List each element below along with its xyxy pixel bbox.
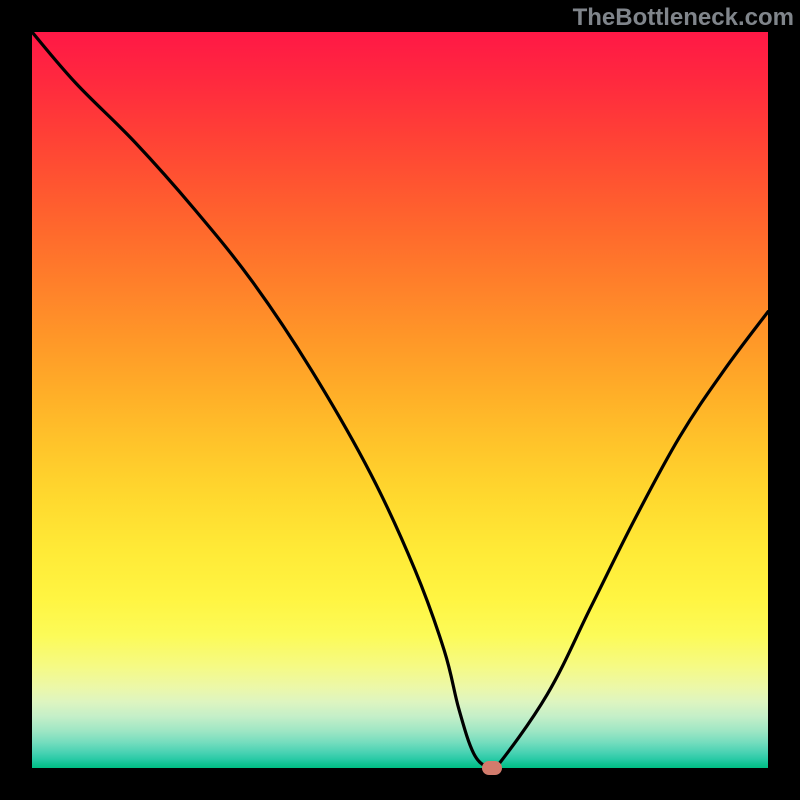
watermark-text: TheBottleneck.com [573, 4, 794, 32]
bottleneck-curve [32, 32, 768, 768]
plot-area [32, 32, 768, 768]
chart-frame: TheBottleneck.com [0, 0, 800, 800]
optimum-marker [482, 761, 502, 775]
